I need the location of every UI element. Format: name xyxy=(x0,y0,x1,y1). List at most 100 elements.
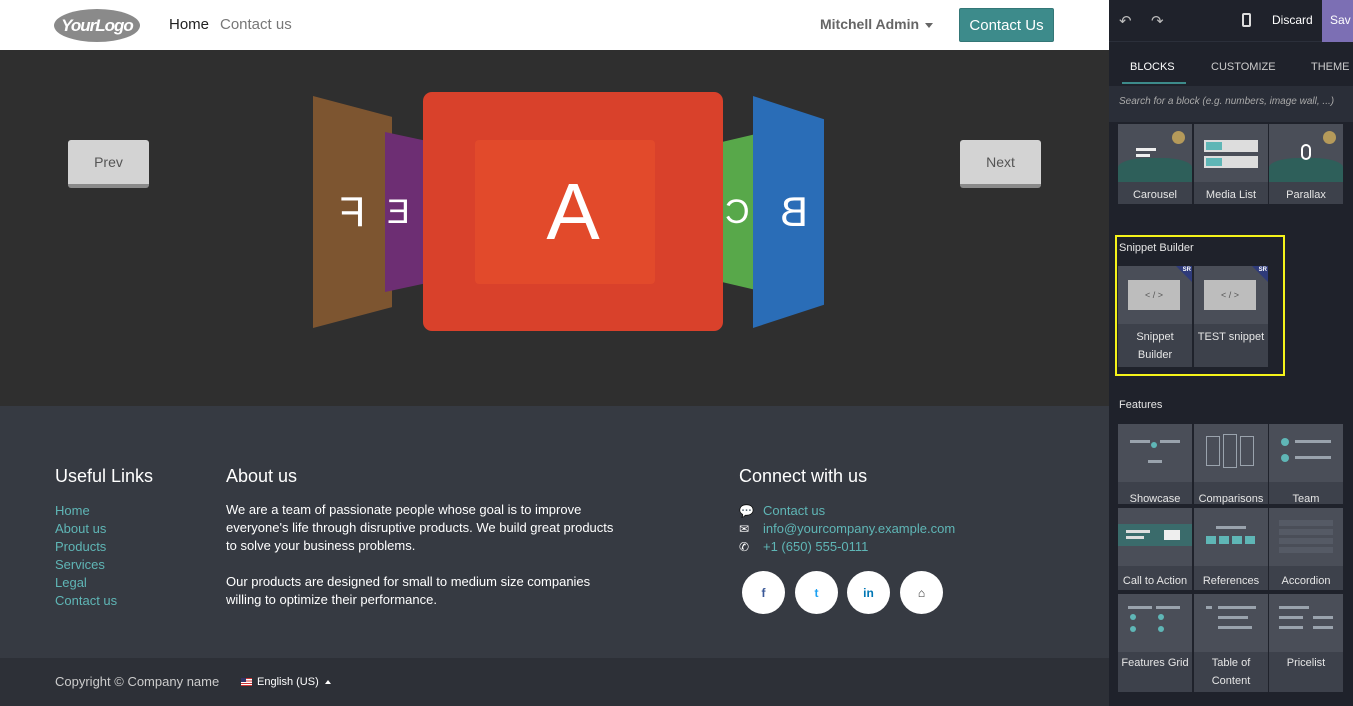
contact-us-button[interactable]: Contact Us xyxy=(959,8,1054,42)
copyright-bar: Copyright © Company name English (US) xyxy=(0,658,1109,706)
block-media-list[interactable]: Media List xyxy=(1194,124,1268,204)
useful-links-list: Home About us Products Services Legal Co… xyxy=(55,502,117,610)
media-list-thumbnail xyxy=(1194,124,1268,182)
table-of-content-thumbnail xyxy=(1194,594,1268,652)
contact-text: Contact us xyxy=(763,503,826,518)
accordion-thumbnail xyxy=(1269,508,1343,566)
website-preview: YourLogo Home Contact us Mitchell Admin … xyxy=(0,0,1109,706)
active-tab-indicator xyxy=(1122,82,1186,84)
call-to-action-thumbnail xyxy=(1118,508,1192,566)
about-title: About us xyxy=(226,466,298,486)
block-accordion[interactable]: Accordion xyxy=(1269,508,1343,590)
contact-text: +1 (650) 555-0111 xyxy=(763,539,869,554)
navbar: YourLogo Home Contact us Mitchell Admin … xyxy=(0,0,1109,50)
block-label: Call to Action xyxy=(1122,575,1188,587)
language-label: English (US) xyxy=(257,676,319,688)
panel-letter: C xyxy=(725,192,750,231)
block-showcase[interactable]: Showcase xyxy=(1118,424,1192,505)
references-thumbnail xyxy=(1194,508,1268,566)
footer-link-products[interactable]: Products xyxy=(55,538,117,556)
discard-button[interactable]: Discard xyxy=(1272,13,1313,27)
block-label: Comparisons xyxy=(1198,493,1264,505)
footer-link-home[interactable]: Home xyxy=(55,502,117,520)
comparisons-thumbnail xyxy=(1194,424,1268,482)
block-label: Pricelist xyxy=(1286,657,1326,669)
block-label: Accordion xyxy=(1281,575,1331,587)
block-label: Media List xyxy=(1205,189,1257,201)
next-button[interactable]: Next xyxy=(960,140,1041,188)
nav-link-home[interactable]: Home xyxy=(169,16,209,33)
parallax-thumbnail xyxy=(1269,124,1343,182)
snippet-builder-highlight xyxy=(1115,235,1285,376)
block-label: Features Grid xyxy=(1121,657,1189,669)
about-paragraph: We are a team of passionate people whose… xyxy=(226,502,614,553)
block-team[interactable]: Team xyxy=(1269,424,1343,505)
mobile-preview-icon[interactable] xyxy=(1242,13,1251,27)
footer: Useful Links Home About us Products Serv… xyxy=(0,406,1109,658)
block-label: Parallax xyxy=(1286,189,1326,201)
panel-letter: A xyxy=(546,166,600,256)
carousel-panel-a: A xyxy=(423,92,723,331)
comment-icon: 💬 xyxy=(739,504,754,518)
envelope-icon: ✉ xyxy=(739,522,750,536)
block-label: Team xyxy=(1292,493,1320,505)
nav-link-contact[interactable]: Contact us xyxy=(220,16,292,33)
copyright-text: Copyright © Company name xyxy=(55,674,220,689)
home-icon[interactable]: ⌂ xyxy=(900,571,943,614)
pricelist-thumbnail xyxy=(1269,594,1343,652)
useful-links-title: Useful Links xyxy=(55,466,154,486)
panel-letter: E xyxy=(387,192,410,231)
user-menu[interactable]: Mitchell Admin xyxy=(820,16,934,32)
connect-title: Connect with us xyxy=(739,466,868,486)
editor-toolbar: ↶ ↷ Discard Sav xyxy=(1109,0,1353,42)
block-label: References xyxy=(1202,575,1260,587)
save-button[interactable]: Sav xyxy=(1322,0,1353,42)
contact-item[interactable]: ✉ info@yourcompany.example.com xyxy=(739,520,955,538)
block-search-input[interactable]: Search for a block (e.g. numbers, image … xyxy=(1109,86,1353,122)
footer-link-legal[interactable]: Legal xyxy=(55,574,117,592)
undo-icon[interactable]: ↶ xyxy=(1119,12,1132,30)
user-name: Mitchell Admin xyxy=(820,16,920,32)
tab-theme[interactable]: THEME xyxy=(1311,61,1350,73)
language-selector[interactable]: English (US) xyxy=(241,676,331,688)
block-call-to-action[interactable]: Call to Action xyxy=(1118,508,1192,590)
block-label: Table of Content xyxy=(1211,657,1251,687)
redo-icon[interactable]: ↷ xyxy=(1151,12,1164,30)
twitter-icon[interactable]: t xyxy=(795,571,838,614)
panel-letter: B xyxy=(780,188,809,235)
block-carousel[interactable]: Carousel xyxy=(1118,124,1192,204)
block-label: Showcase xyxy=(1129,493,1181,505)
team-thumbnail xyxy=(1269,424,1343,482)
linkedin-icon[interactable]: in xyxy=(847,571,890,614)
block-references[interactable]: References xyxy=(1194,508,1268,590)
panel-letter: F xyxy=(339,188,366,235)
contact-item[interactable]: 💬 Contact us xyxy=(739,502,955,520)
contact-item[interactable]: ✆ +1 (650) 555-0111 xyxy=(739,538,955,556)
prev-button[interactable]: Prev xyxy=(68,140,149,188)
carousel-thumbnail xyxy=(1118,124,1192,182)
block-comparisons[interactable]: Comparisons xyxy=(1194,424,1268,505)
tab-customize[interactable]: CUSTOMIZE xyxy=(1211,61,1276,73)
us-flag-icon xyxy=(241,678,252,686)
editor-tabs: BLOCKS CUSTOMIZE THEME xyxy=(1109,42,1353,86)
carousel-panel-b: B xyxy=(753,96,824,328)
carousel-panel-f: F xyxy=(313,96,392,328)
facebook-icon[interactable]: f xyxy=(742,571,785,614)
block-features-grid[interactable]: Features Grid xyxy=(1118,594,1192,692)
about-text: We are a team of passionate people whose… xyxy=(226,501,616,609)
block-label: Carousel xyxy=(1132,189,1178,201)
block-parallax[interactable]: Parallax xyxy=(1269,124,1343,204)
tab-blocks[interactable]: BLOCKS xyxy=(1130,61,1175,73)
footer-link-services[interactable]: Services xyxy=(55,556,117,574)
about-paragraph: Our products are designed for small to m… xyxy=(226,574,591,607)
showcase-thumbnail xyxy=(1118,424,1192,482)
block-pricelist[interactable]: Pricelist xyxy=(1269,594,1343,692)
site-logo[interactable]: YourLogo xyxy=(54,9,140,42)
caret-down-icon xyxy=(925,22,934,28)
footer-link-about[interactable]: About us xyxy=(55,520,117,538)
block-table-of-content[interactable]: Table of Content xyxy=(1194,594,1268,692)
contact-list: 💬 Contact us ✉ info@yourcompany.example.co… xyxy=(739,502,955,556)
features-grid-thumbnail xyxy=(1118,594,1192,652)
caret-up-icon xyxy=(324,680,331,684)
footer-link-contact[interactable]: Contact us xyxy=(55,592,117,610)
